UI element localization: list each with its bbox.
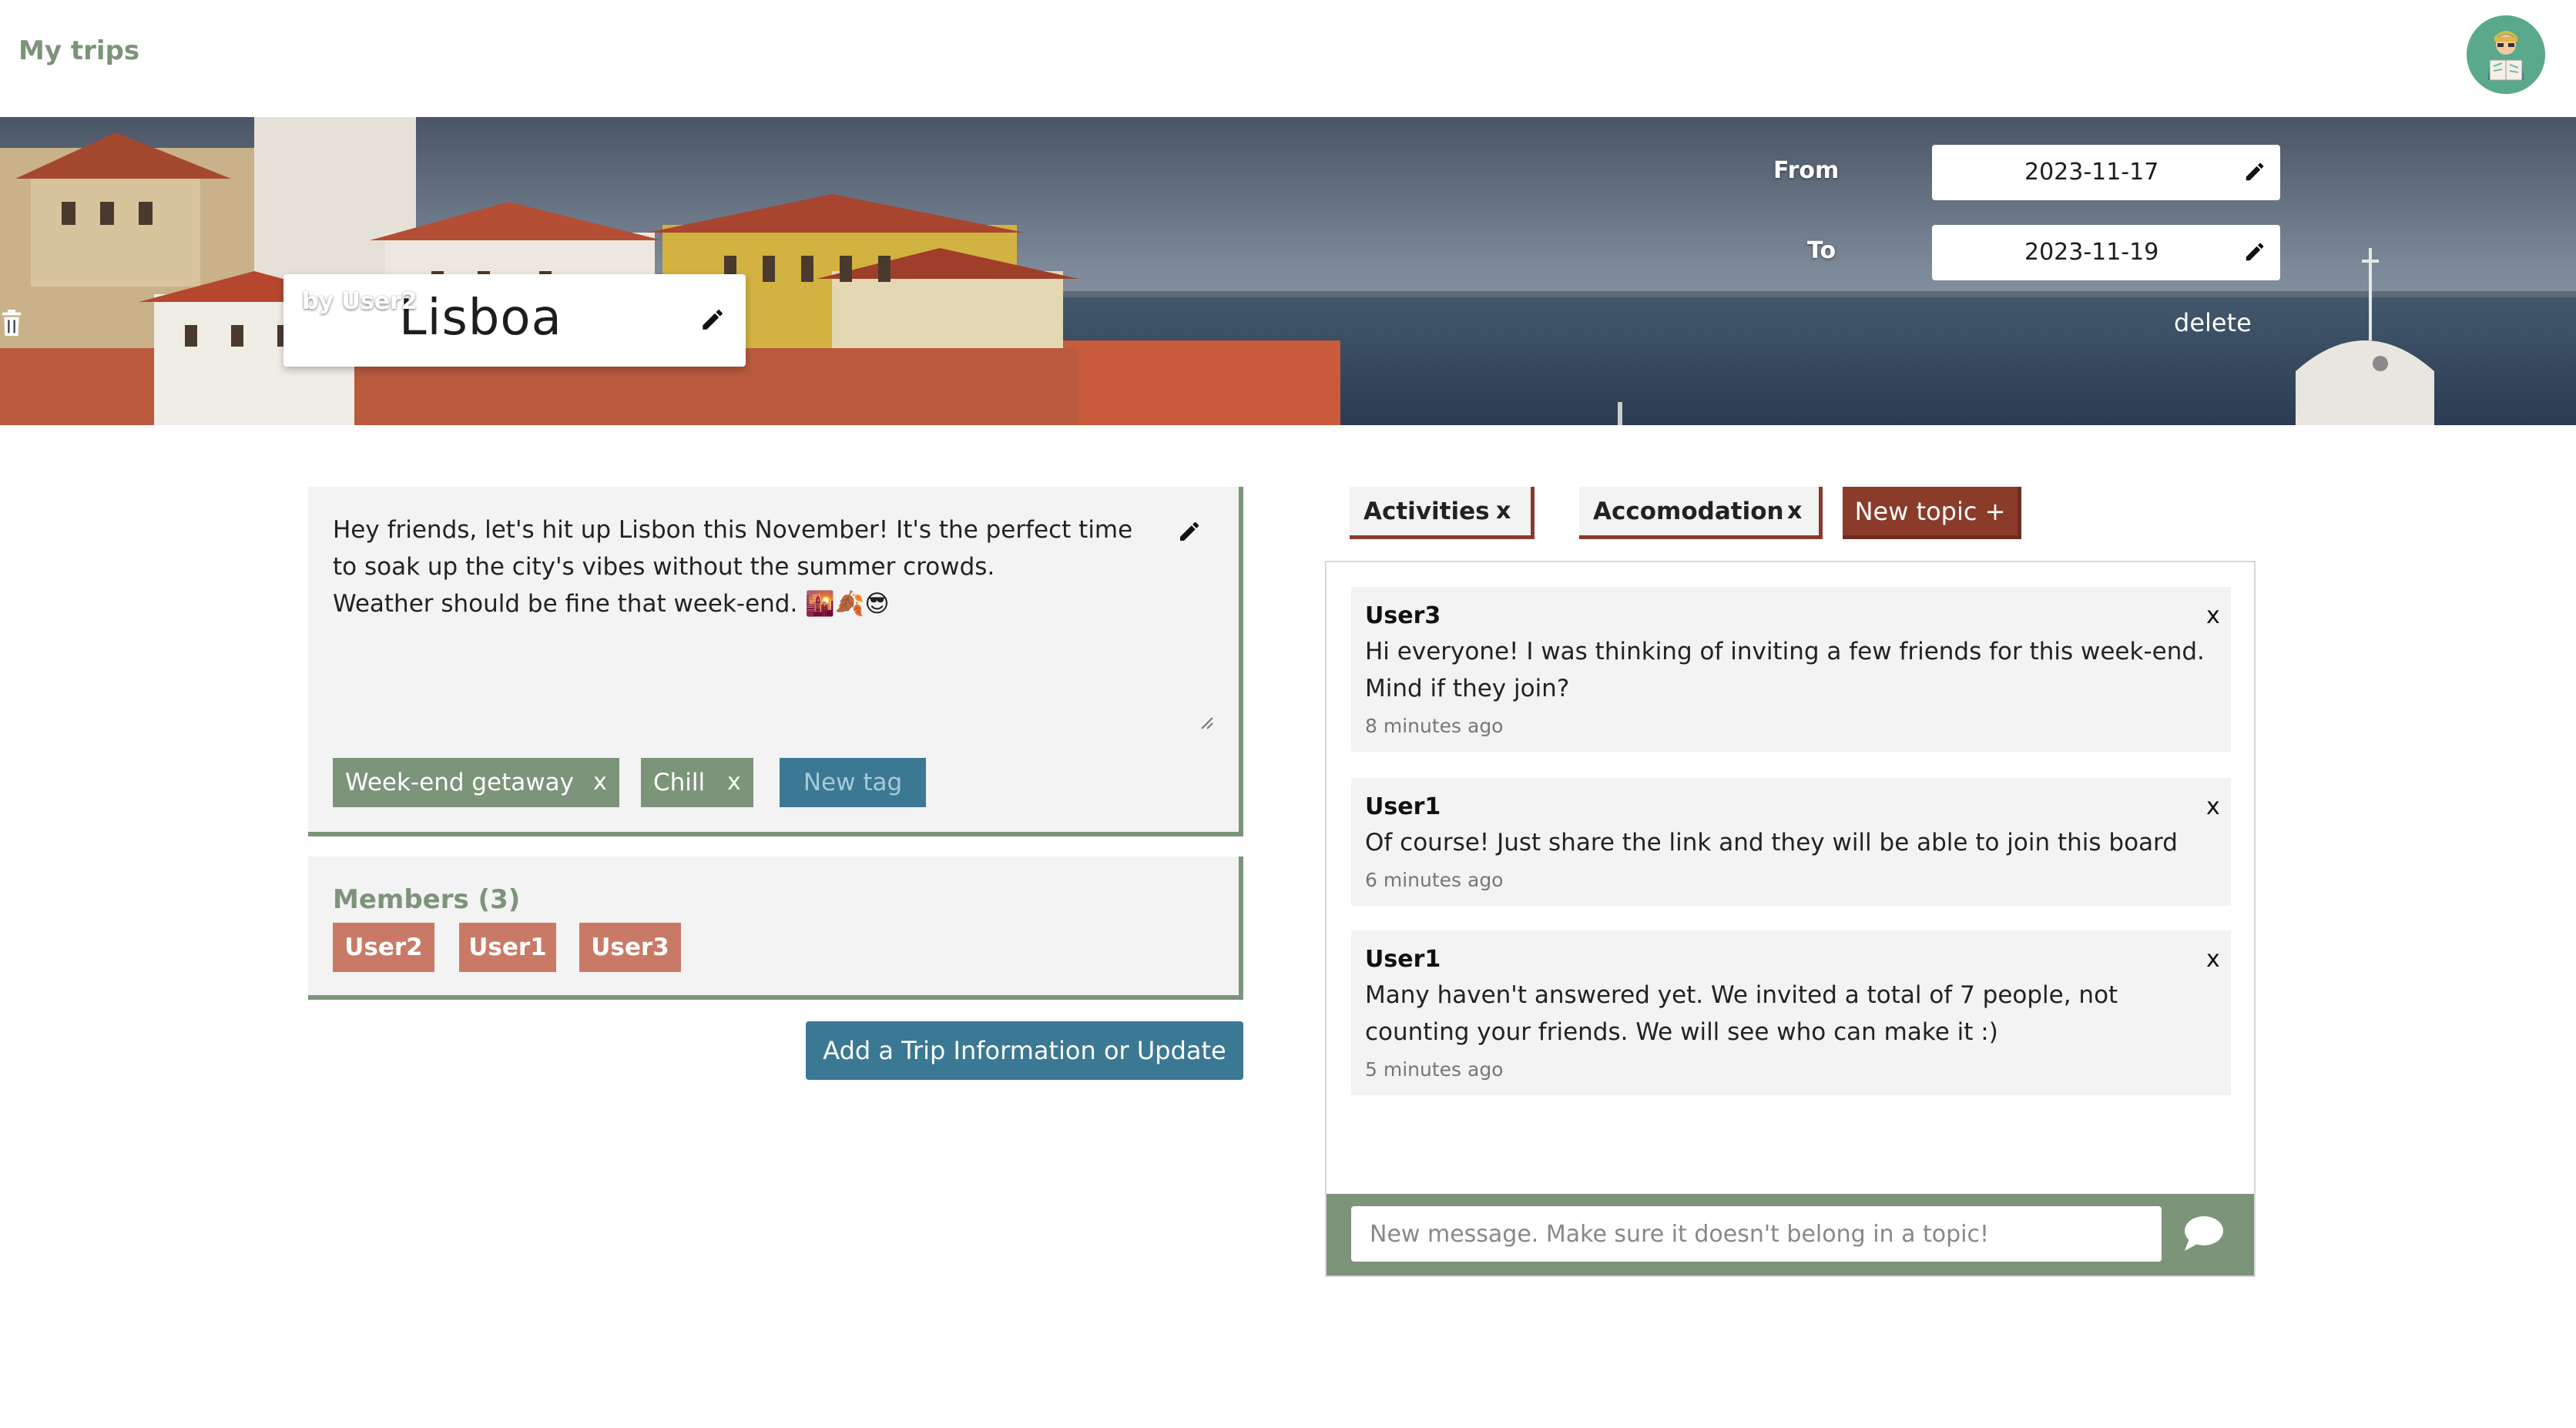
message-text: Many haven't answered yet. We invited a … xyxy=(1365,977,2212,1051)
topic-tab-accomodation[interactable]: Accomodation x xyxy=(1579,487,1823,539)
trip-description-card: Hey friends, let's hit up Lisbon this No… xyxy=(308,487,1243,836)
members-title: Members (3) xyxy=(333,884,521,915)
member-chip[interactable]: User1 xyxy=(459,923,556,972)
member-chip[interactable]: User3 xyxy=(579,923,681,972)
members-card: Members (3) User2 User1 User3 xyxy=(308,856,1243,1000)
edit-description-pencil-icon[interactable] xyxy=(1177,519,1202,544)
trip-description[interactable]: Hey friends, let's hit up Lisbon this No… xyxy=(333,511,1165,622)
chat-message: User1 x Of course! Just share the link a… xyxy=(1351,778,2231,906)
edit-to-date-pencil-icon[interactable] xyxy=(2243,240,2266,263)
topic-label: Activities xyxy=(1363,498,1490,525)
message-line: counting your friends. We will see who c… xyxy=(1365,1018,1998,1046)
add-trip-update-button[interactable]: Add a Trip Information or Update xyxy=(806,1021,1243,1080)
remove-tag-button[interactable]: x xyxy=(727,758,741,807)
resize-handle-icon[interactable] xyxy=(1199,715,1214,730)
edit-title-pencil-icon[interactable] xyxy=(699,307,726,333)
traveler-avatar-icon xyxy=(2467,15,2545,94)
topic-label: Accomodation xyxy=(1593,498,1784,525)
from-date-value: 2023-11-17 xyxy=(2024,159,2159,186)
trip-title: Lisboa xyxy=(399,290,562,347)
description-line: Hey friends, let's hit up Lisbon this No… xyxy=(333,516,1133,544)
remove-topic-button[interactable]: x xyxy=(1787,487,1802,536)
chat-panel: User3 x Hi everyone! I was thinking of i… xyxy=(1325,561,2256,1277)
to-date-value: 2023-11-19 xyxy=(2024,239,2159,266)
new-message-input[interactable] xyxy=(1351,1206,2162,1262)
description-line: to soak up the city's vibes without the … xyxy=(333,553,995,581)
delete-message-button[interactable]: x xyxy=(2206,602,2220,629)
to-date-field[interactable]: 2023-11-19 xyxy=(1932,225,2280,280)
chat-message: User1 x Many haven't answered yet. We in… xyxy=(1351,930,2231,1095)
delete-trip-link[interactable]: delete xyxy=(2174,308,2252,337)
chat-message: User3 x Hi everyone! I was thinking of i… xyxy=(1351,587,2231,752)
tag-label: Week-end getaway xyxy=(345,769,574,796)
speech-bubble-icon[interactable] xyxy=(2182,1214,2225,1254)
from-date-field[interactable]: 2023-11-17 xyxy=(1932,145,2280,200)
message-author: User1 xyxy=(1365,946,1441,973)
chat-composer xyxy=(1327,1194,2254,1275)
tag-week-end-getaway[interactable]: Week-end getaway x xyxy=(333,758,619,807)
message-line: Hi everyone! I was thinking of inviting … xyxy=(1365,638,2205,665)
message-text: Hi everyone! I was thinking of inviting … xyxy=(1365,633,2212,707)
new-topic-button[interactable]: New topic + xyxy=(1843,487,2021,539)
top-nav: My trips xyxy=(0,0,2576,117)
member-chip[interactable]: User2 xyxy=(333,923,434,972)
trip-owner: by User2 xyxy=(302,288,418,315)
to-label: To xyxy=(1807,237,1836,264)
trash-icon[interactable] xyxy=(0,310,23,336)
message-author: User3 xyxy=(1365,602,1441,629)
edit-from-date-pencil-icon[interactable] xyxy=(2243,160,2266,183)
message-timestamp: 8 minutes ago xyxy=(1365,715,1504,737)
tag-label: Chill xyxy=(653,769,706,796)
description-line: Weather should be fine that week-end. 🌇🍂… xyxy=(333,590,890,618)
delete-message-button[interactable]: x xyxy=(2206,946,2220,973)
from-label: From xyxy=(1773,157,1840,184)
message-author: User1 xyxy=(1365,793,1441,820)
remove-topic-button[interactable]: x xyxy=(1496,487,1511,536)
user-avatar[interactable] xyxy=(2467,15,2545,94)
remove-tag-button[interactable]: x xyxy=(593,758,607,807)
delete-message-button[interactable]: x xyxy=(2206,793,2220,820)
message-timestamp: 5 minutes ago xyxy=(1365,1058,1504,1081)
new-tag-button[interactable]: New tag xyxy=(780,758,926,807)
message-timestamp: 6 minutes ago xyxy=(1365,869,1504,891)
message-line: Mind if they join? xyxy=(1365,675,1570,702)
message-text: Of course! Just share the link and they … xyxy=(1365,824,2212,861)
message-line: Many haven't answered yet. We invited a … xyxy=(1365,981,2118,1009)
tag-chill[interactable]: Chill x xyxy=(641,758,753,807)
my-trips-link[interactable]: My trips xyxy=(18,35,139,66)
trip-banner: Lisboa by User2 From 2023-11-17 To 2023-… xyxy=(0,117,2576,425)
topic-tab-activities[interactable]: Activities x xyxy=(1350,487,1535,539)
message-line: Of course! Just share the link and they … xyxy=(1365,829,2178,856)
